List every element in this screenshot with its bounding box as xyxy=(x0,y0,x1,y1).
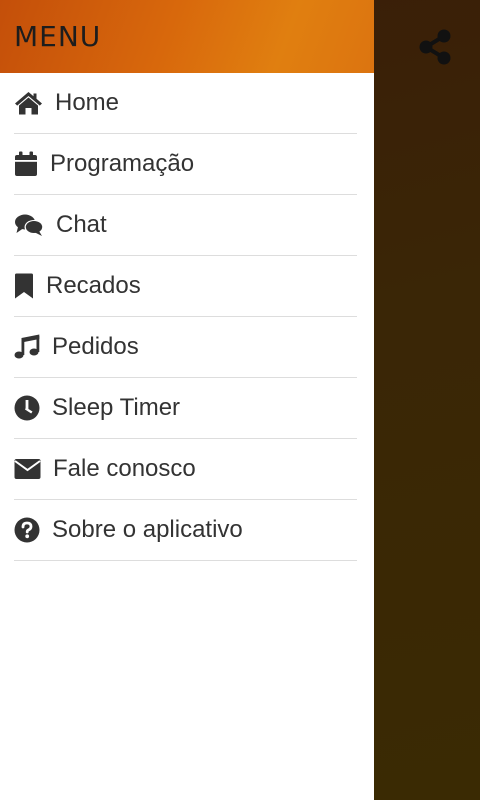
menu-item-chat[interactable]: Chat xyxy=(14,195,357,256)
menu-item-label: Pedidos xyxy=(52,333,139,360)
menu-item-label: Chat xyxy=(56,211,107,238)
menu-item-home[interactable]: Home xyxy=(14,73,357,134)
menu-item-label: Recados xyxy=(46,272,141,299)
menu-item-label: Sobre o aplicativo xyxy=(52,516,243,543)
menu-item-label: Fale conosco xyxy=(53,455,196,482)
menu-item-sleep-timer[interactable]: Sleep Timer xyxy=(14,378,357,439)
clock-icon xyxy=(14,394,40,422)
music-note-icon xyxy=(14,333,40,361)
drawer-header: MENU xyxy=(0,0,374,73)
drawer-title: MENU xyxy=(14,20,102,53)
calendar-icon xyxy=(14,150,38,178)
share-button[interactable] xyxy=(416,28,454,66)
menu-item-label: Home xyxy=(55,89,120,116)
navigation-drawer: MENU Home Programação Chat Recados Pedid… xyxy=(0,0,374,800)
menu-item-label: Programação xyxy=(50,150,195,177)
menu-item-recados[interactable]: Recados xyxy=(14,256,357,317)
menu-item-fale-conosco[interactable]: Fale conosco xyxy=(14,439,357,500)
menu-item-sobre[interactable]: Sobre o aplicativo xyxy=(14,500,357,561)
app-screen: MENU Home Programação Chat Recados Pedid… xyxy=(0,0,480,800)
bookmark-icon xyxy=(14,272,34,300)
chat-icon xyxy=(14,211,44,239)
envelope-icon xyxy=(14,455,41,483)
menu-item-programacao[interactable]: Programação xyxy=(14,134,357,195)
share-icon xyxy=(418,29,452,65)
menu-item-pedidos[interactable]: Pedidos xyxy=(14,317,357,378)
home-icon xyxy=(14,89,43,117)
drawer-menu: Home Programação Chat Recados Pedidos Sl… xyxy=(0,73,374,561)
question-circle-icon xyxy=(14,516,40,544)
menu-item-label: Sleep Timer xyxy=(52,394,181,421)
